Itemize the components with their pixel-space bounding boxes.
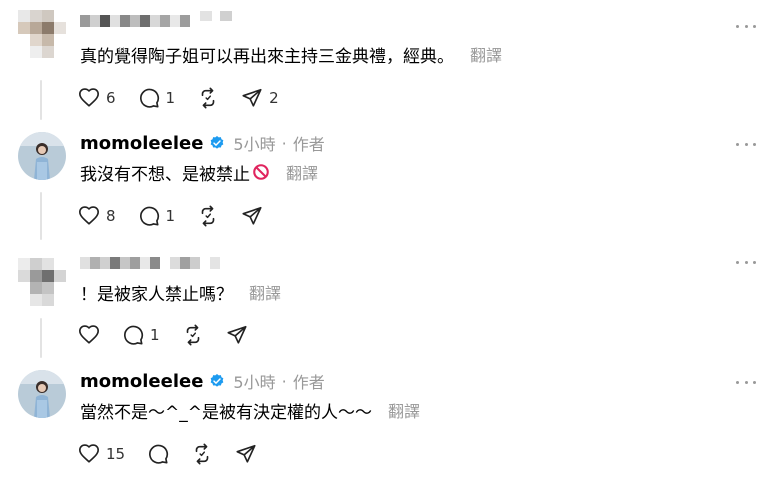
share-icon [236, 444, 256, 463]
action-bar: 8 1 [78, 203, 285, 229]
verified-badge-icon [211, 374, 224, 387]
like-count: 15 [106, 445, 126, 463]
like-count: 8 [106, 207, 116, 225]
action-bar: 1 [78, 322, 270, 348]
profile-photo [18, 370, 66, 418]
reply-body: 我沒有不想、是被禁止 [80, 164, 250, 185]
like-button[interactable]: 8 [78, 205, 116, 227]
author-username[interactable]: momoleelee [80, 371, 203, 392]
share-icon [242, 206, 262, 225]
repost-button[interactable] [191, 443, 213, 465]
reply-body: 真的覺得陶子姐可以再出來主持三金典禮，經典。 [80, 46, 454, 67]
author-tag: 作者 [292, 135, 325, 154]
action-bar: 15 [78, 441, 279, 467]
post-time: 5小時 [233, 373, 276, 392]
author-name-blurred[interactable] [80, 250, 240, 276]
repost-icon [186, 324, 199, 346]
threads-reply-list: 真的覺得陶子姐可以再出來主持三金典禮，經典。 翻譯 6 1 2 momoleel… [0, 0, 775, 479]
author-tag: 作者 [292, 373, 325, 392]
author-row: momoleelee 5小時 · 作者 [80, 130, 325, 156]
post-time: 5小時 [233, 135, 276, 154]
repost-button[interactable] [182, 324, 204, 346]
profile-photo [18, 132, 66, 180]
more-options-button[interactable] [736, 258, 756, 266]
share-button[interactable]: 2 [241, 87, 279, 109]
translate-link[interactable]: 翻譯 [470, 42, 502, 66]
avatar-blurred[interactable] [18, 258, 66, 306]
translate-link[interactable]: 翻譯 [249, 280, 281, 304]
like-button[interactable]: 6 [78, 87, 116, 109]
no-entry-emoji [253, 164, 269, 180]
reply-body: ！是被家人禁止嗎？ [80, 284, 233, 305]
share-icon [242, 88, 262, 107]
reply-button[interactable]: 1 [138, 87, 176, 109]
more-options-button[interactable] [736, 22, 756, 30]
action-bar: 6 1 2 [78, 85, 301, 111]
thread-connector-line [40, 80, 42, 120]
author-name-blurred[interactable] [80, 8, 250, 34]
verified-badge-icon [211, 136, 224, 149]
comment-icon [124, 325, 144, 345]
reply-button[interactable]: 1 [138, 205, 176, 227]
heart-icon [79, 325, 99, 344]
repost-button[interactable] [197, 87, 219, 109]
share-count: 2 [269, 89, 279, 107]
like-button[interactable] [78, 324, 100, 346]
share-button[interactable] [226, 324, 248, 346]
comment-icon [139, 88, 159, 108]
thread-connector-line [40, 318, 42, 358]
author-row: momoleelee 5小時 · 作者 [80, 368, 325, 394]
reply-text: 當然不是～^_^是被有決定權的人～～ 翻譯 [80, 397, 420, 423]
more-options-button[interactable] [736, 378, 756, 386]
reply-button[interactable]: 1 [122, 324, 160, 346]
heart-icon [79, 206, 99, 225]
more-icon [736, 24, 739, 28]
reply-text: 真的覺得陶子姐可以再出來主持三金典禮，經典。 翻譯 [80, 41, 502, 67]
more-icon [736, 380, 739, 384]
translate-link[interactable]: 翻譯 [388, 398, 420, 422]
more-icon [736, 142, 739, 146]
share-button[interactable] [235, 443, 257, 465]
reply-count: 1 [150, 326, 160, 344]
repost-icon [195, 443, 209, 465]
meta-separator: · [281, 371, 287, 391]
reply-text: ！是被家人禁止嗎？ 翻譯 [80, 279, 281, 305]
repost-icon [201, 205, 215, 227]
avatar-momoleelee[interactable] [18, 132, 66, 180]
pixelated-name [80, 11, 232, 27]
thread-connector-line [40, 192, 42, 240]
share-icon [227, 325, 247, 344]
meta-separator: · [281, 133, 287, 153]
avatar-blurred[interactable] [18, 10, 66, 58]
reply-body: 當然不是～^_^是被有決定權的人～～ [80, 402, 372, 423]
repost-icon [201, 87, 215, 109]
author-username[interactable]: momoleelee [80, 133, 203, 154]
heart-icon [79, 88, 99, 107]
more-options-button[interactable] [736, 140, 756, 148]
like-button[interactable]: 15 [78, 443, 125, 465]
translate-link[interactable]: 翻譯 [286, 160, 318, 184]
heart-icon [79, 444, 99, 463]
reply-count: 1 [165, 89, 176, 107]
more-icon [736, 260, 739, 264]
avatar-momoleelee[interactable] [18, 370, 66, 418]
share-button[interactable] [241, 205, 263, 227]
comment-icon [149, 444, 169, 464]
reply-count: 1 [165, 207, 176, 225]
comment-icon [139, 206, 159, 226]
reply-text: 我沒有不想、是被禁止 翻譯 [80, 159, 318, 185]
reply-button[interactable] [147, 443, 169, 465]
like-count: 6 [106, 89, 116, 107]
pixelated-name [80, 257, 220, 269]
repost-button[interactable] [197, 205, 219, 227]
